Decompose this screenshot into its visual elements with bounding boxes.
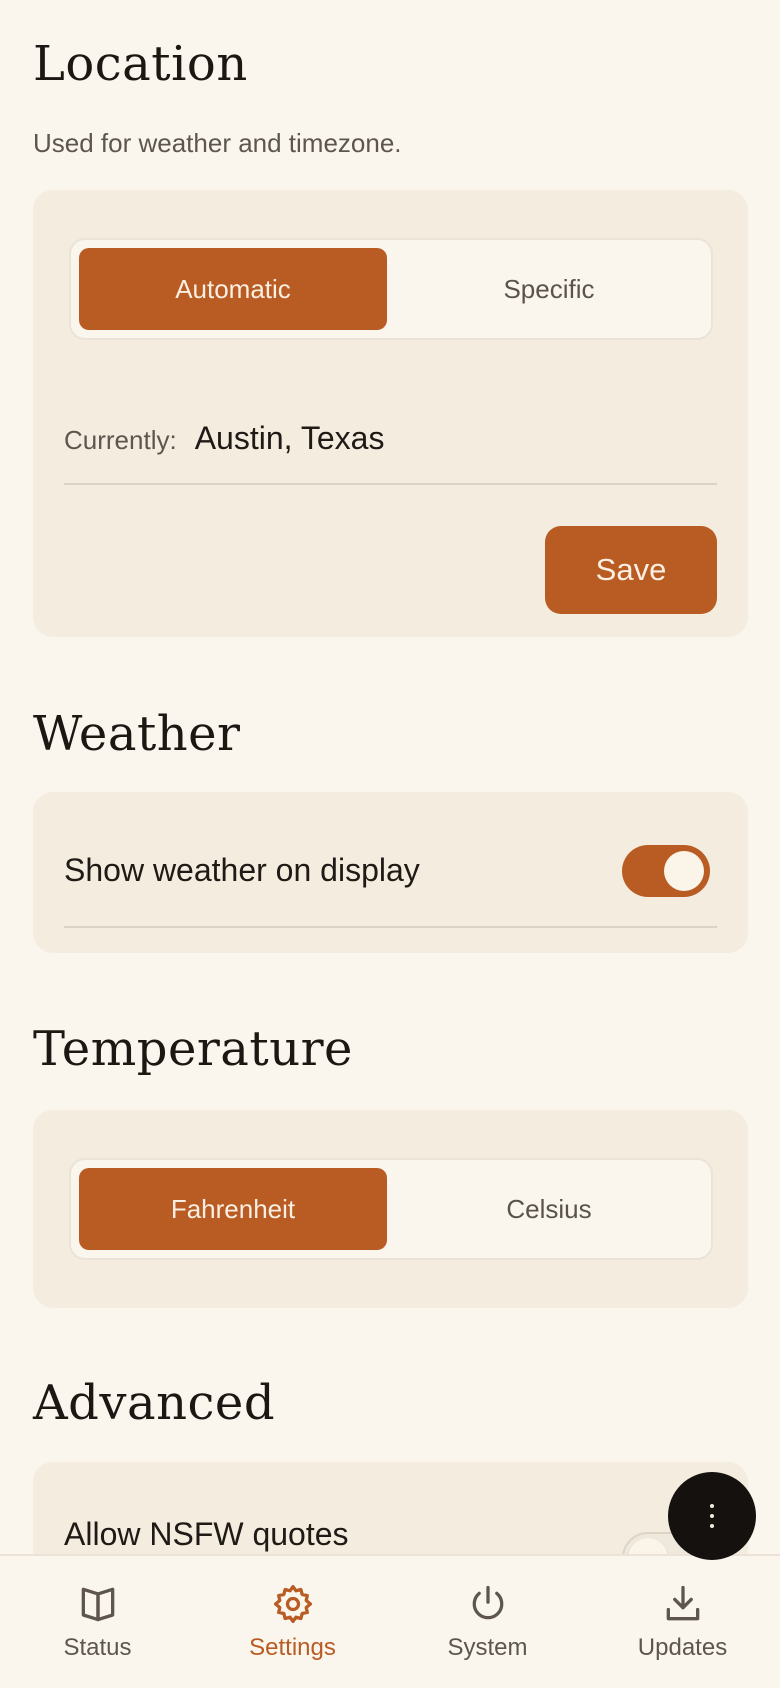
advanced-heading: Advanced: [33, 1375, 276, 1431]
more-vertical-icon: [710, 1504, 714, 1528]
nav-label-status: Status: [63, 1634, 132, 1661]
nav-item-status[interactable]: Status: [0, 1556, 195, 1688]
divider: [64, 926, 717, 928]
nav-item-updates[interactable]: Updates: [585, 1556, 780, 1688]
location-mode-automatic[interactable]: Automatic: [79, 248, 387, 330]
location-subtitle: Used for weather and timezone.: [33, 128, 402, 158]
divider: [64, 483, 717, 485]
save-button[interactable]: Save: [545, 526, 717, 614]
temperature-heading: Temperature: [33, 1021, 353, 1077]
temperature-unit-segmented-control: Fahrenheit Celsius: [69, 1158, 713, 1260]
nav-label-settings: Settings: [249, 1634, 336, 1661]
bottom-nav: Status Settings System Updates: [0, 1554, 780, 1688]
gear-icon: [271, 1582, 315, 1626]
nav-label-system: System: [447, 1634, 528, 1661]
nav-label-updates: Updates: [637, 1634, 728, 1661]
more-options-button[interactable]: [668, 1472, 756, 1560]
location-mode-segmented-control: Automatic Specific: [69, 238, 713, 340]
show-weather-label: Show weather on display: [64, 852, 420, 888]
show-weather-toggle[interactable]: [622, 845, 710, 897]
nav-item-system[interactable]: System: [390, 1556, 585, 1688]
location-heading: Location: [33, 36, 248, 92]
unit-fahrenheit[interactable]: Fahrenheit: [79, 1168, 387, 1250]
temperature-card: Fahrenheit Celsius: [33, 1110, 748, 1308]
toggle-knob: [664, 851, 704, 891]
location-card: Automatic Specific Currently: Austin, Te…: [33, 190, 748, 637]
download-icon: [661, 1582, 705, 1626]
book-open-icon: [76, 1582, 120, 1626]
nav-item-settings[interactable]: Settings: [195, 1556, 390, 1688]
power-icon: [466, 1582, 510, 1626]
current-location-value: Austin, Texas: [194, 420, 385, 456]
current-location-row: Currently: Austin, Texas: [64, 420, 717, 457]
weather-heading: Weather: [33, 706, 241, 762]
nsfw-quotes-label: Allow NSFW quotes: [64, 1516, 349, 1552]
weather-card: Show weather on display: [33, 792, 748, 953]
unit-celsius[interactable]: Celsius: [395, 1168, 703, 1250]
location-mode-specific[interactable]: Specific: [395, 248, 703, 330]
current-location-label: Currently:: [64, 425, 177, 455]
settings-page: Location Used for weather and timezone. …: [0, 0, 780, 1688]
